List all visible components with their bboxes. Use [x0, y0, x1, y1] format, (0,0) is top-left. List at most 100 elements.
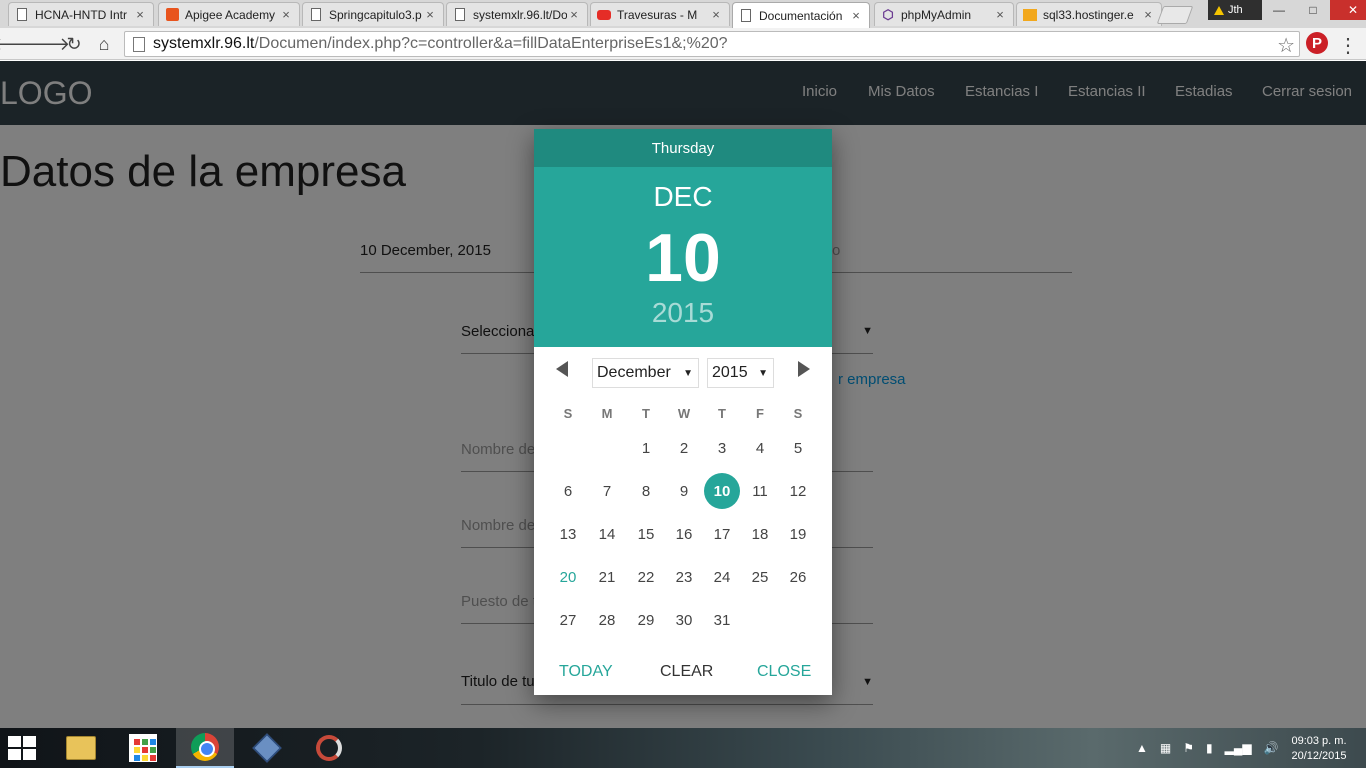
document-icon: [309, 8, 323, 22]
calendar-day[interactable]: 17: [704, 516, 740, 552]
windows-flag-icon[interactable]: ▦: [1160, 741, 1171, 755]
tab-close-icon[interactable]: ×: [709, 7, 723, 22]
tab-label: Apigee Academy: [185, 7, 276, 22]
calendar-day[interactable]: 7: [589, 473, 625, 509]
document-icon: [453, 8, 467, 22]
picker-day: 10: [645, 220, 721, 296]
calendar-day[interactable]: 8: [628, 473, 664, 509]
calendar-day[interactable]: 20: [550, 559, 586, 595]
file-explorer-icon[interactable]: [52, 728, 110, 768]
page-icon: [133, 36, 145, 52]
year-select[interactable]: 2015 ▼: [707, 358, 774, 388]
window-close-button[interactable]: ✕: [1330, 0, 1366, 20]
month-select[interactable]: December ▼: [592, 358, 699, 388]
close-button[interactable]: CLOSE: [757, 663, 811, 681]
calendar-day[interactable]: 2: [666, 430, 702, 466]
weekday-label: T: [642, 406, 650, 421]
calendar-day[interactable]: 9: [666, 473, 702, 509]
signal-icon[interactable]: ▂▄▆: [1225, 741, 1252, 755]
tab-close-icon[interactable]: ×: [423, 7, 437, 22]
browser-tab[interactable]: HCNA-HNTD Intr ×: [8, 2, 154, 26]
calendar-day[interactable]: 11: [742, 473, 778, 509]
store-icon[interactable]: [114, 728, 172, 768]
volume-icon[interactable]: 🔊: [1264, 741, 1279, 755]
calendar-day[interactable]: 5: [780, 430, 816, 466]
system-clock[interactable]: 09:03 p. m. 20/12/2015: [1286, 734, 1352, 764]
calendar-day[interactable]: 23: [666, 559, 702, 595]
calendar-day-selected[interactable]: 10: [704, 473, 740, 509]
url-path: /Documen/index.php?c=controller&a=fillDa…: [254, 35, 728, 52]
tab-close-icon[interactable]: ×: [279, 7, 293, 22]
calendar-day[interactable]: 4: [742, 430, 778, 466]
calendar-day[interactable]: 13: [550, 516, 586, 552]
today-button[interactable]: TODAY: [559, 663, 613, 681]
maximize-button[interactable]: □: [1296, 0, 1330, 20]
tab-close-icon[interactable]: ×: [993, 7, 1007, 22]
next-month-icon[interactable]: [798, 361, 810, 377]
forward-button[interactable]: 🡒: [22, 32, 70, 56]
tab-close-icon[interactable]: ×: [567, 7, 581, 22]
recorder-app-icon[interactable]: [300, 728, 358, 768]
calendar-day[interactable]: 25: [742, 559, 778, 595]
tray-expand-icon[interactable]: ▲: [1136, 741, 1148, 755]
calendar-day[interactable]: 3: [704, 430, 740, 466]
clock-date: 20/12/2015: [1291, 750, 1347, 762]
calendar-day[interactable]: 18: [742, 516, 778, 552]
minimize-button[interactable]: —: [1262, 0, 1296, 20]
tab-close-icon[interactable]: ×: [849, 8, 863, 23]
home-button[interactable]: ⌂: [92, 32, 116, 56]
pma-icon: [1023, 8, 1037, 22]
tab-label: Documentación: [759, 8, 843, 23]
action-flag-icon[interactable]: ⚑: [1183, 741, 1194, 755]
address-bar[interactable]: systemxlr.96.lt/Documen/index.php?c=cont…: [124, 31, 1300, 57]
calendar-day[interactable]: 26: [780, 559, 816, 595]
browser-tab[interactable]: Documentación ×: [732, 2, 870, 28]
battery-icon[interactable]: ▮: [1206, 741, 1213, 755]
pinterest-extension-icon[interactable]: P: [1306, 32, 1328, 54]
browser-tab[interactable]: systemxlr.96.lt/Do ×: [446, 2, 588, 26]
browser-tab[interactable]: ⬡ phpMyAdmin ×: [874, 2, 1014, 26]
weekday-label: W: [677, 406, 691, 421]
calendar-day[interactable]: 15: [628, 516, 664, 552]
calendar-day[interactable]: 6: [550, 473, 586, 509]
browser-tab[interactable]: sql33.hostinger.e ×: [1016, 2, 1162, 26]
date-picker-modal: Thursday DEC 10 2015 December ▼ 2015 ▼ T…: [534, 129, 832, 695]
reload-button[interactable]: ↻: [62, 32, 86, 56]
browser-tab[interactable]: Travesuras - M ×: [590, 2, 730, 26]
calendar-day[interactable]: 14: [589, 516, 625, 552]
calendar-day[interactable]: 31: [704, 602, 740, 638]
calendar-day[interactable]: 16: [666, 516, 702, 552]
year-dropdown-icon: ▼: [758, 367, 768, 379]
prev-month-icon[interactable]: [556, 361, 568, 377]
profile-name: Jth: [1228, 4, 1243, 16]
tab-label: systemxlr.96.lt/Do: [473, 7, 567, 22]
web-page: LOGO Inicio Mis Datos Estancias I Estanc…: [0, 61, 1366, 728]
chrome-taskbar-icon[interactable]: [176, 728, 234, 768]
windows-taskbar: ▲ ▦ ⚑ ▮ ▂▄▆ 🔊 09:03 p. m. 20/12/2015: [0, 728, 1366, 768]
calendar-day[interactable]: 21: [589, 559, 625, 595]
browser-tab[interactable]: Apigee Academy ×: [158, 2, 300, 26]
tab-close-icon[interactable]: ×: [133, 7, 147, 22]
browser-toolbar: 🡐 🡒 ↻ ⌂ systemxlr.96.lt/Documen/index.ph…: [0, 28, 1366, 60]
calendar-day[interactable]: 1: [628, 430, 664, 466]
profile-badge[interactable]: Jth: [1208, 0, 1262, 20]
bookmark-star-icon[interactable]: ☆: [1277, 33, 1295, 58]
weekday-label: S: [793, 406, 803, 421]
year-select-value: 2015: [712, 364, 748, 381]
calendar-day[interactable]: 22: [628, 559, 664, 595]
calendar-day[interactable]: 30: [666, 602, 702, 638]
calendar-day[interactable]: 19: [780, 516, 816, 552]
weekday-label: M: [601, 406, 613, 421]
chrome-menu-icon[interactable]: ⋮: [1338, 33, 1358, 57]
browser-tab[interactable]: Springcapitulo3.p ×: [302, 2, 444, 26]
calendar-day[interactable]: 12: [780, 473, 816, 509]
calendar-day[interactable]: 24: [704, 559, 740, 595]
calendar-day[interactable]: 28: [589, 602, 625, 638]
tab-close-icon[interactable]: ×: [1141, 7, 1155, 22]
start-button[interactable]: [8, 736, 38, 760]
calendar-day[interactable]: 27: [550, 602, 586, 638]
calendar-day[interactable]: 29: [628, 602, 664, 638]
youtube-icon: [597, 8, 611, 22]
virtualbox-icon[interactable]: [238, 728, 296, 768]
clear-button[interactable]: CLEAR: [660, 663, 713, 681]
